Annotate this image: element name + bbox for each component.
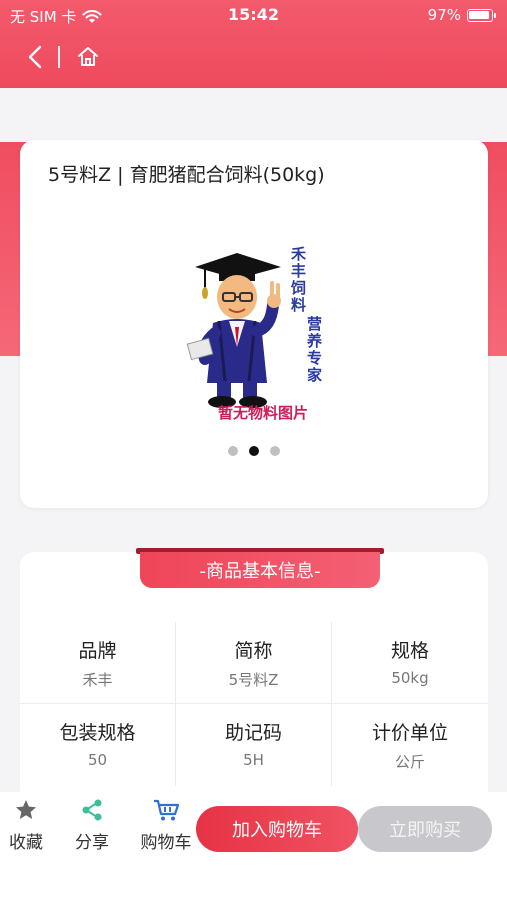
status-bar: 无 SIM 卡 15:42 97% bbox=[0, 0, 507, 30]
back-button[interactable] bbox=[24, 42, 46, 72]
share-icon bbox=[82, 799, 102, 821]
carousel-dot-active[interactable] bbox=[249, 446, 259, 456]
top-bar: 无 SIM 卡 15:42 97% bbox=[0, 0, 507, 88]
info-grid: 品牌 禾丰 简称 5号料Z 规格 50kg 包装规格 50 助记码 5H 计价单 bbox=[20, 622, 488, 786]
battery-percent: 97% bbox=[427, 6, 461, 24]
info-row: 包装规格 50 助记码 5H 计价单位 公斤 bbox=[20, 704, 488, 786]
home-icon bbox=[77, 47, 98, 66]
info-value: 50kg bbox=[391, 669, 429, 687]
mascot-slogan-text: 营养专家 bbox=[305, 316, 323, 384]
info-cell-package-spec: 包装规格 50 bbox=[20, 704, 176, 786]
info-label: 品牌 bbox=[78, 640, 117, 662]
info-cell-pricing-unit: 计价单位 公斤 bbox=[332, 704, 488, 786]
info-cell-brand: 品牌 禾丰 bbox=[20, 622, 176, 703]
info-label: 计价单位 bbox=[371, 722, 448, 744]
bottom-action-bar: 收藏 分享 购物车 加入购物车 立即购买 bbox=[0, 792, 507, 900]
carousel-dot[interactable] bbox=[228, 446, 238, 456]
carousel-dot[interactable] bbox=[270, 446, 280, 456]
chevron-left-icon bbox=[28, 45, 42, 69]
cart-label: 购物车 bbox=[140, 833, 192, 853]
mascot-brand-text: 禾丰饲料 bbox=[289, 246, 307, 314]
info-label: 规格 bbox=[390, 640, 429, 662]
shopping-cart-icon bbox=[154, 799, 180, 821]
product-card: 5号料Z | 育肥猪配合饲料(50kg) 禾丰饲料 营养专家 暂无物料图片 bbox=[20, 140, 488, 508]
info-value: 5H bbox=[243, 751, 264, 769]
info-value: 50 bbox=[87, 751, 108, 769]
battery-icon bbox=[467, 8, 496, 22]
add-to-cart-button[interactable]: 加入购物车 bbox=[196, 806, 358, 852]
info-value: 5号料Z bbox=[228, 671, 279, 689]
nav-divider bbox=[58, 46, 60, 68]
no-image-label: 暂无物料图片 bbox=[217, 404, 308, 422]
info-cell-mnemonic: 助记码 5H bbox=[176, 704, 332, 786]
info-cell-spec: 规格 50kg bbox=[332, 622, 488, 703]
info-row: 品牌 禾丰 简称 5号料Z 规格 50kg bbox=[20, 622, 488, 704]
info-value: 公斤 bbox=[394, 753, 425, 771]
favorite-button[interactable]: 收藏 bbox=[0, 798, 56, 853]
info-label: 包装规格 bbox=[59, 722, 136, 744]
home-button[interactable] bbox=[74, 42, 102, 72]
info-value: 禾丰 bbox=[82, 671, 113, 689]
share-button[interactable]: 分享 bbox=[62, 798, 122, 853]
carousel-dots bbox=[20, 446, 488, 456]
info-label: 简称 bbox=[234, 640, 273, 662]
cart-button[interactable]: 购物车 bbox=[136, 798, 196, 853]
basic-info-card: -商品基本信息- 品牌 禾丰 简称 5号料Z 规格 50kg 包装规格 50 助… bbox=[20, 548, 488, 802]
nav-bar bbox=[24, 40, 102, 74]
status-right: 97% bbox=[427, 6, 496, 24]
favorite-label: 收藏 bbox=[9, 833, 43, 853]
info-label: 助记码 bbox=[224, 722, 282, 744]
star-icon bbox=[16, 800, 36, 819]
section-ribbon: -商品基本信息- bbox=[136, 548, 384, 588]
info-cell-short-name: 简称 5号料Z bbox=[176, 622, 332, 703]
share-label: 分享 bbox=[75, 833, 109, 853]
product-title: 5号料Z | 育肥猪配合饲料(50kg) bbox=[48, 164, 325, 186]
buy-now-button[interactable]: 立即购买 bbox=[358, 806, 492, 852]
section-heading: -商品基本信息- bbox=[140, 552, 380, 588]
